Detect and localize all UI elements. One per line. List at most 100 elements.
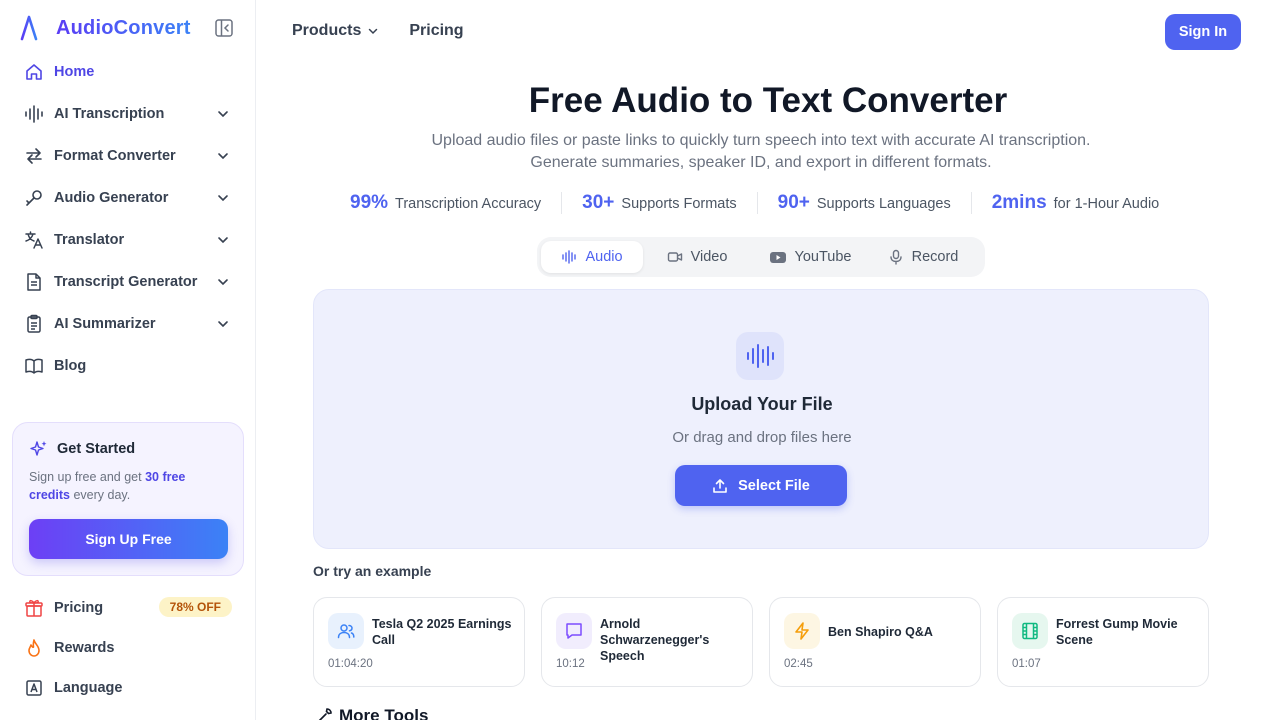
products-menu[interactable]: Products <box>292 22 379 40</box>
example-title: Tesla Q2 2025 Earnings Call <box>372 617 512 647</box>
top-nav: Products Pricing <box>292 22 464 40</box>
example-card[interactable]: Arnold Schwarzenegger's Speech 10:12 <box>541 597 753 687</box>
flame-icon <box>24 638 44 658</box>
translate-icon <box>24 230 44 250</box>
users-icon <box>328 613 364 649</box>
tab-video[interactable]: Video <box>643 241 751 273</box>
tab-label: Video <box>690 249 728 265</box>
pricing-link[interactable]: Pricing <box>409 22 463 40</box>
sidebar-item-label: AI Summarizer <box>54 316 156 332</box>
upload-dropzone[interactable]: Upload Your File Or drag and drop files … <box>313 289 1209 549</box>
example-duration: 02:45 <box>784 658 813 670</box>
stat-label: for 1-Hour Audio <box>1053 196 1160 212</box>
sidebar-item-label: Pricing <box>54 600 104 616</box>
sidebar-item-label: Rewards <box>54 640 115 656</box>
promo-text-before: Sign up free and get <box>29 470 146 484</box>
sidebar-item-translator[interactable]: Translator <box>14 219 242 261</box>
wrench-icon <box>318 708 332 720</box>
sidebar-item-label: Language <box>54 680 123 696</box>
book-icon <box>24 356 44 376</box>
upload-title: Upload Your File <box>691 394 833 414</box>
tab-label: Record <box>911 249 959 265</box>
tab-audio[interactable]: Audio <box>541 241 643 273</box>
products-label: Products <box>292 22 362 39</box>
sidebar-item-blog[interactable]: Blog <box>14 345 242 387</box>
stat-item: 99% Transcription Accuracy <box>330 192 561 214</box>
example-title: Ben Shapiro Q&A <box>828 625 933 639</box>
chevron-down-icon <box>218 279 228 286</box>
brand-name: AudioConvert <box>56 16 191 39</box>
sidebar-item-label: Blog <box>54 358 87 374</box>
stat-label: Supports Languages <box>816 196 951 212</box>
select-file-button[interactable]: Select File <box>675 465 847 506</box>
chevron-down-icon <box>218 111 228 118</box>
promo-title: Get Started <box>29 439 135 459</box>
more-tools-heading: More Tools <box>315 706 428 720</box>
swap-icon <box>24 146 44 166</box>
chevron-down-icon <box>218 153 228 160</box>
sidebar-item-home[interactable]: Home <box>14 51 242 93</box>
sign-up-free-button[interactable]: Sign Up Free <box>29 519 228 559</box>
chevron-down-icon <box>218 237 228 244</box>
sidebar-item-transcript-generator[interactable]: Transcript Generator <box>14 261 242 303</box>
sidebar-item-label: Audio Generator <box>54 190 169 206</box>
stat-value: 30+ <box>582 192 615 213</box>
page-subtitle: Upload audio files or paste links to qui… <box>256 130 1266 174</box>
sign-in-button[interactable]: Sign In <box>1165 14 1241 50</box>
sidebar-item-format-converter[interactable]: Format Converter <box>14 135 242 177</box>
stat-value: 2mins <box>991 192 1047 213</box>
youtube-icon <box>769 252 786 263</box>
example-duration: 01:04:20 <box>328 658 373 670</box>
example-card[interactable]: Tesla Q2 2025 Earnings Call 01:04:20 <box>313 597 525 687</box>
sidebar-bottom-nav: Pricing 78% OFF Rewards Language <box>14 588 242 708</box>
stat-value: 99% <box>350 192 389 213</box>
sparkle-icon <box>30 441 47 456</box>
page-title: Free Audio to Text Converter <box>528 81 1008 120</box>
sidebar-item-label: AI Transcription <box>54 106 165 122</box>
brand-logo[interactable]: AudioConvert <box>20 14 191 42</box>
sidebar-item-label: Translator <box>54 232 125 248</box>
chevron-down-icon <box>218 321 228 328</box>
sidebar-item-pricing[interactable]: Pricing 78% OFF <box>14 588 242 628</box>
tab-record[interactable]: Record <box>869 241 977 273</box>
pen-icon <box>24 188 44 208</box>
sidebar-item-ai-summarizer[interactable]: AI Summarizer <box>14 303 242 345</box>
sidebar: AudioConvert Home AI Transcription Forma… <box>0 0 256 720</box>
chat-icon <box>556 613 592 649</box>
chevron-down-icon <box>369 28 378 35</box>
tab-label: Audio <box>585 249 623 265</box>
stat-item: 2mins for 1-Hour Audio <box>970 192 1180 214</box>
subtitle-line-2: Generate summaries, speaker ID, and expo… <box>530 154 992 171</box>
mic-icon <box>889 249 902 265</box>
sidebar-item-language[interactable]: Language <box>14 668 242 708</box>
example-duration: 10:12 <box>556 658 585 670</box>
film-icon <box>1012 613 1048 649</box>
video-icon <box>667 252 682 262</box>
example-card[interactable]: Ben Shapiro Q&A 02:45 <box>769 597 981 687</box>
waveform-icon <box>562 250 577 264</box>
get-started-card: Get Started Sign up free and get 30 free… <box>12 422 244 576</box>
subtitle-line-1: Upload audio files or paste links to qui… <box>431 132 1091 149</box>
example-card[interactable]: Forrest Gump Movie Scene 01:07 <box>997 597 1209 687</box>
promo-title-text: Get Started <box>57 441 136 457</box>
language-icon <box>24 678 44 698</box>
logo-icon <box>20 15 49 41</box>
sidebar-item-label: Home <box>54 64 95 80</box>
sidebar-item-rewards[interactable]: Rewards <box>14 628 242 668</box>
sidebar-item-label: Transcript Generator <box>54 274 198 290</box>
sidebar-item-audio-generator[interactable]: Audio Generator <box>14 177 242 219</box>
waveform-icon <box>24 104 44 124</box>
document-icon <box>24 272 44 292</box>
more-tools-label: More Tools <box>339 706 429 720</box>
home-icon <box>24 62 44 82</box>
promo-text: Sign up free and get 30 free credits eve… <box>29 468 229 504</box>
chevron-down-icon <box>218 195 228 202</box>
upload-icon <box>713 478 727 493</box>
sidebar-item-ai-transcription[interactable]: AI Transcription <box>14 93 242 135</box>
stat-label: Supports Formats <box>621 196 737 212</box>
gift-icon <box>24 598 44 618</box>
tab-youtube[interactable]: YouTube <box>751 241 869 273</box>
sidebar-collapse-icon[interactable] <box>214 18 234 38</box>
promo-text-after: every day. <box>70 488 131 502</box>
examples-label: Or try an example <box>313 563 432 579</box>
